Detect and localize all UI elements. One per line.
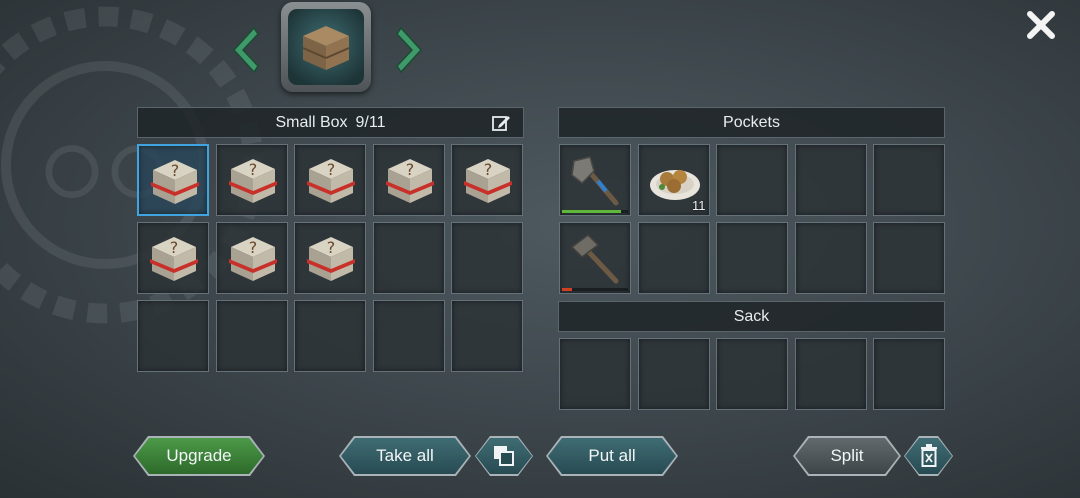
box-slot[interactable]: ?: [451, 144, 523, 216]
mystery-crate-icon: ?: [464, 159, 512, 203]
take-all-button[interactable]: Take all: [341, 438, 469, 474]
box-slot[interactable]: [372, 300, 445, 372]
durability-track: [562, 288, 628, 291]
close-icon[interactable]: [1022, 6, 1060, 44]
trash-button[interactable]: [905, 438, 952, 474]
pockets-slot[interactable]: [873, 222, 945, 294]
svg-text:?: ?: [170, 238, 179, 257]
svg-text:?: ?: [327, 238, 336, 257]
pockets-slot[interactable]: [794, 222, 867, 294]
box-slot[interactable]: [215, 300, 288, 372]
sack-panel-header: Sack: [558, 301, 945, 332]
stack-icon: [491, 443, 517, 469]
box-slot[interactable]: [372, 222, 445, 294]
wooden-crate-icon: [302, 26, 350, 70]
chevron-right-icon[interactable]: [395, 26, 427, 74]
put-all-button[interactable]: Put all: [548, 438, 676, 474]
mystery-crate-icon: ?: [307, 237, 355, 281]
svg-text:?: ?: [248, 238, 257, 257]
upgrade-button[interactable]: Upgrade: [135, 438, 263, 474]
sack-slot[interactable]: [716, 338, 788, 410]
sack-slot[interactable]: [873, 338, 945, 410]
take-all-label: Take all: [376, 446, 434, 465]
box-slot[interactable]: ?: [294, 144, 366, 216]
mystery-crate-icon: ?: [150, 237, 198, 281]
box-slot[interactable]: ?: [215, 222, 288, 294]
box-slot[interactable]: ?: [215, 144, 288, 216]
box-slot[interactable]: ?: [137, 222, 209, 294]
mystery-crate-icon: ?: [307, 159, 355, 203]
box-slot[interactable]: ?: [372, 144, 445, 216]
pockets-title: Pockets: [723, 113, 780, 131]
box-slot[interactable]: ?: [137, 144, 209, 216]
box-panel-header: Small Box 9/11: [137, 107, 524, 138]
durability-track: [562, 210, 628, 213]
chevron-left-icon[interactable]: [228, 26, 260, 74]
upgrade-label: Upgrade: [166, 446, 232, 465]
put-all-label: Put all: [588, 446, 636, 465]
box-slot[interactable]: [294, 300, 366, 372]
item-count: 11: [692, 198, 706, 213]
stone-hammer-icon: [570, 234, 619, 284]
container-preview: [281, 2, 371, 92]
split-label: Split: [830, 446, 864, 465]
mystery-crate-icon: ?: [228, 159, 277, 203]
split-button[interactable]: Split: [795, 438, 899, 474]
box-title: Small Box: [275, 113, 348, 131]
mystery-crate-icon: ?: [151, 160, 199, 204]
box-slot[interactable]: ?: [294, 222, 366, 294]
sack-title: Sack: [733, 307, 770, 325]
sack-slot[interactable]: [637, 338, 710, 410]
box-slot[interactable]: [451, 222, 523, 294]
pockets-slot[interactable]: [559, 222, 631, 294]
mystery-crate-icon: ?: [385, 159, 434, 203]
trash-icon: [919, 444, 939, 468]
box-slot[interactable]: [137, 300, 209, 372]
durability-bar: [562, 288, 572, 291]
pockets-panel-header: Pockets: [558, 107, 945, 138]
pockets-slot[interactable]: [716, 144, 788, 216]
pockets-slot[interactable]: [794, 144, 867, 216]
sack-slot[interactable]: [794, 338, 867, 410]
pockets-slot[interactable]: 11: [637, 144, 710, 216]
box-capacity: 9/11: [355, 113, 386, 131]
svg-text:?: ?: [248, 160, 257, 179]
sack-slot[interactable]: [559, 338, 631, 410]
durability-bar: [562, 210, 622, 213]
svg-text:?: ?: [405, 160, 414, 179]
edit-icon[interactable]: [491, 113, 511, 133]
mystery-crate-icon: ?: [228, 237, 277, 281]
stack-button[interactable]: [476, 438, 532, 474]
pockets-slot[interactable]: [873, 144, 945, 216]
stone-axe-icon: [571, 156, 619, 206]
pockets-slot[interactable]: [559, 144, 631, 216]
svg-text:?: ?: [171, 161, 180, 180]
svg-text:?: ?: [327, 160, 336, 179]
svg-text:?: ?: [484, 160, 493, 179]
box-slot[interactable]: [451, 300, 523, 372]
pockets-slot[interactable]: [637, 222, 710, 294]
pockets-slot[interactable]: [716, 222, 788, 294]
